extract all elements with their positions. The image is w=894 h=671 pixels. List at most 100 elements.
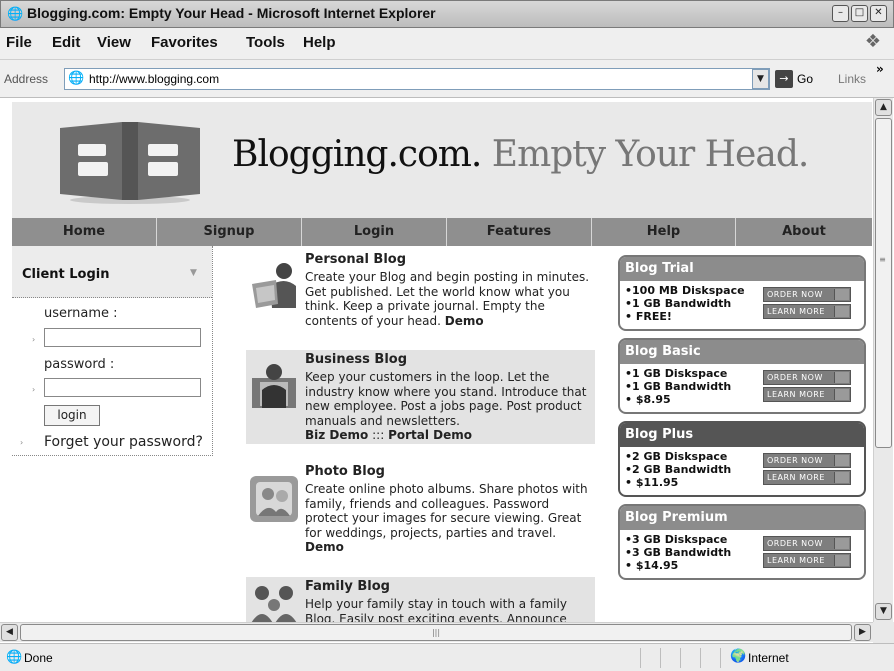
status-divider	[700, 648, 701, 668]
scroll-down-icon[interactable]: ▼	[875, 603, 892, 620]
businessman-icon	[252, 364, 296, 408]
window-title: Blogging.com: Empty Your Head - Microsof…	[27, 5, 436, 21]
internet-zone-icon: 🌍	[730, 649, 747, 664]
personal-demo-link[interactable]: Demo	[445, 314, 484, 328]
menu-bar: File Edit View Favorites Tools Help ❖	[0, 28, 894, 60]
plan-feature: •3 GB Diskspace	[625, 533, 728, 546]
client-login-panel: Client Login ▼ username : › password : ›…	[12, 246, 213, 456]
forgot-password-link[interactable]: Forget your password?	[44, 434, 203, 450]
main-nav: Home Signup Login Features Help About	[12, 218, 872, 246]
scroll-up-icon[interactable]: ▲	[875, 99, 892, 116]
address-url[interactable]: http://www.blogging.com	[89, 72, 219, 86]
site-header: Blogging.com. Empty Your Head.	[12, 102, 872, 218]
family-blog-section: Family Blog Help your family stay in tou…	[246, 577, 595, 622]
plan-feature: • $11.95	[625, 476, 679, 489]
plan-feature: •2 GB Diskspace	[625, 450, 728, 463]
nav-features[interactable]: Features	[447, 218, 592, 246]
client-login-title: Client Login	[22, 267, 110, 282]
title-bar: 🌐 Blogging.com: Empty Your Head - Micros…	[0, 0, 894, 28]
business-blog-title[interactable]: Business Blog	[305, 352, 407, 367]
vertical-scrollbar[interactable]: ▲ ≡ ▼	[873, 98, 893, 622]
plan-feature: • $8.95	[625, 393, 671, 406]
page-icon: 🌐	[68, 71, 85, 86]
maximize-button[interactable]: □	[851, 5, 868, 22]
horizontal-scrollbar[interactable]: ◀ ||| ▶	[0, 622, 873, 642]
scroll-corner	[873, 622, 894, 643]
password-label: password :	[44, 357, 115, 372]
site-tagline: Empty Your Head.	[491, 134, 810, 175]
order-now-button[interactable]: ORDER NOW	[763, 453, 851, 468]
address-input[interactable]: 🌐 http://www.blogging.com	[64, 68, 770, 90]
username-label: username :	[44, 306, 118, 321]
personal-blog-description: Create your Blog and begin posting in mi…	[305, 270, 591, 328]
password-input[interactable]	[44, 378, 201, 397]
status-divider	[680, 648, 681, 668]
nav-home[interactable]: Home	[12, 218, 157, 246]
plan-features: •100 MB Diskspace •1 GB Bandwidth • FREE…	[625, 284, 745, 323]
plan-features: •2 GB Diskspace •2 GB Bandwidth • $11.95	[625, 450, 731, 489]
internet-zone-text: Internet	[748, 651, 789, 665]
address-dropdown-button[interactable]: ▼	[752, 69, 769, 89]
learn-more-button[interactable]: LEARN MORE	[763, 304, 851, 319]
plan-features: •1 GB Diskspace •1 GB Bandwidth • $8.95	[625, 367, 731, 406]
chevron-right-icon[interactable]: »	[876, 62, 884, 76]
photo-demo-link[interactable]: Demo	[305, 540, 344, 554]
scroll-right-icon[interactable]: ▶	[854, 624, 871, 641]
portal-demo-link[interactable]: Portal Demo	[388, 428, 472, 442]
menu-tools[interactable]: Tools	[246, 34, 285, 51]
order-now-button[interactable]: ORDER NOW	[763, 536, 851, 551]
vertical-scroll-thumb[interactable]	[875, 118, 892, 448]
plan-feature: • FREE!	[625, 310, 672, 323]
learn-more-button[interactable]: LEARN MORE	[763, 553, 851, 568]
order-now-button[interactable]: ORDER NOW	[763, 287, 851, 302]
plan-title: Blog Plus	[620, 423, 864, 447]
menu-favorites[interactable]: Favorites	[151, 34, 218, 51]
username-input[interactable]	[44, 328, 201, 347]
photo-blog-description: Create online photo albums. Share photos…	[305, 482, 591, 555]
site-name: Blogging.com.	[232, 134, 482, 175]
scroll-left-icon[interactable]: ◀	[1, 624, 18, 641]
status-text: Done	[24, 651, 53, 665]
plan-card-premium: Blog Premium •3 GB Diskspace •3 GB Bandw…	[618, 504, 866, 580]
learn-more-button[interactable]: LEARN MORE	[763, 387, 851, 402]
personal-blog-title[interactable]: Personal Blog	[305, 252, 406, 267]
horizontal-scroll-thumb[interactable]: |||	[20, 624, 852, 641]
minimize-button[interactable]: –	[832, 5, 849, 22]
family-blog-text: Help your family stay in touch with a fa…	[305, 597, 567, 622]
plan-card-basic: Blog Basic •1 GB Diskspace •1 GB Bandwid…	[618, 338, 866, 414]
close-button[interactable]: ✕	[870, 5, 887, 22]
menu-help[interactable]: Help	[303, 34, 336, 51]
business-blog-text: Keep your customers in the loop. Let the…	[305, 370, 587, 428]
menu-edit[interactable]: Edit	[52, 34, 80, 51]
page-done-icon: 🌐	[6, 650, 23, 665]
site-title: Blogging.com. Empty Your Head.	[232, 134, 810, 175]
chevron-down-icon[interactable]: ▼	[190, 268, 197, 278]
login-button[interactable]: login	[44, 405, 100, 426]
family-blog-title[interactable]: Family Blog	[305, 579, 390, 594]
personal-blog-section: Personal Blog Create your Blog and begin…	[246, 250, 595, 338]
links-button[interactable]: Links	[838, 72, 866, 86]
status-divider	[640, 648, 641, 668]
nav-signup[interactable]: Signup	[157, 218, 302, 246]
plan-feature: •3 GB Bandwidth	[625, 546, 732, 559]
biz-demo-link[interactable]: Biz Demo	[305, 428, 368, 442]
plan-card-trial: Blog Trial •100 MB Diskspace •1 GB Bandw…	[618, 255, 866, 331]
person-laptop-icon	[252, 263, 296, 308]
plan-title: Blog Trial	[620, 257, 864, 281]
photo-blog-title[interactable]: Photo Blog	[305, 464, 385, 479]
menu-file[interactable]: File	[6, 34, 32, 51]
nav-login[interactable]: Login	[302, 218, 447, 246]
status-bar: 🌐 Done 🌍 Internet	[0, 643, 894, 671]
client-login-header: Client Login ▼	[12, 246, 212, 298]
plan-feature: •1 GB Bandwidth	[625, 380, 732, 393]
plan-feature: •100 MB Diskspace	[625, 284, 745, 297]
bullet-icon: ›	[32, 385, 36, 394]
go-button[interactable]: → Go	[775, 68, 813, 90]
learn-more-button[interactable]: LEARN MORE	[763, 470, 851, 485]
ie-icon: 🌐	[7, 7, 24, 22]
menu-view[interactable]: View	[97, 34, 131, 51]
nav-about[interactable]: About	[736, 218, 872, 246]
plan-title: Blog Premium	[620, 506, 864, 530]
order-now-button[interactable]: ORDER NOW	[763, 370, 851, 385]
nav-help[interactable]: Help	[592, 218, 736, 246]
